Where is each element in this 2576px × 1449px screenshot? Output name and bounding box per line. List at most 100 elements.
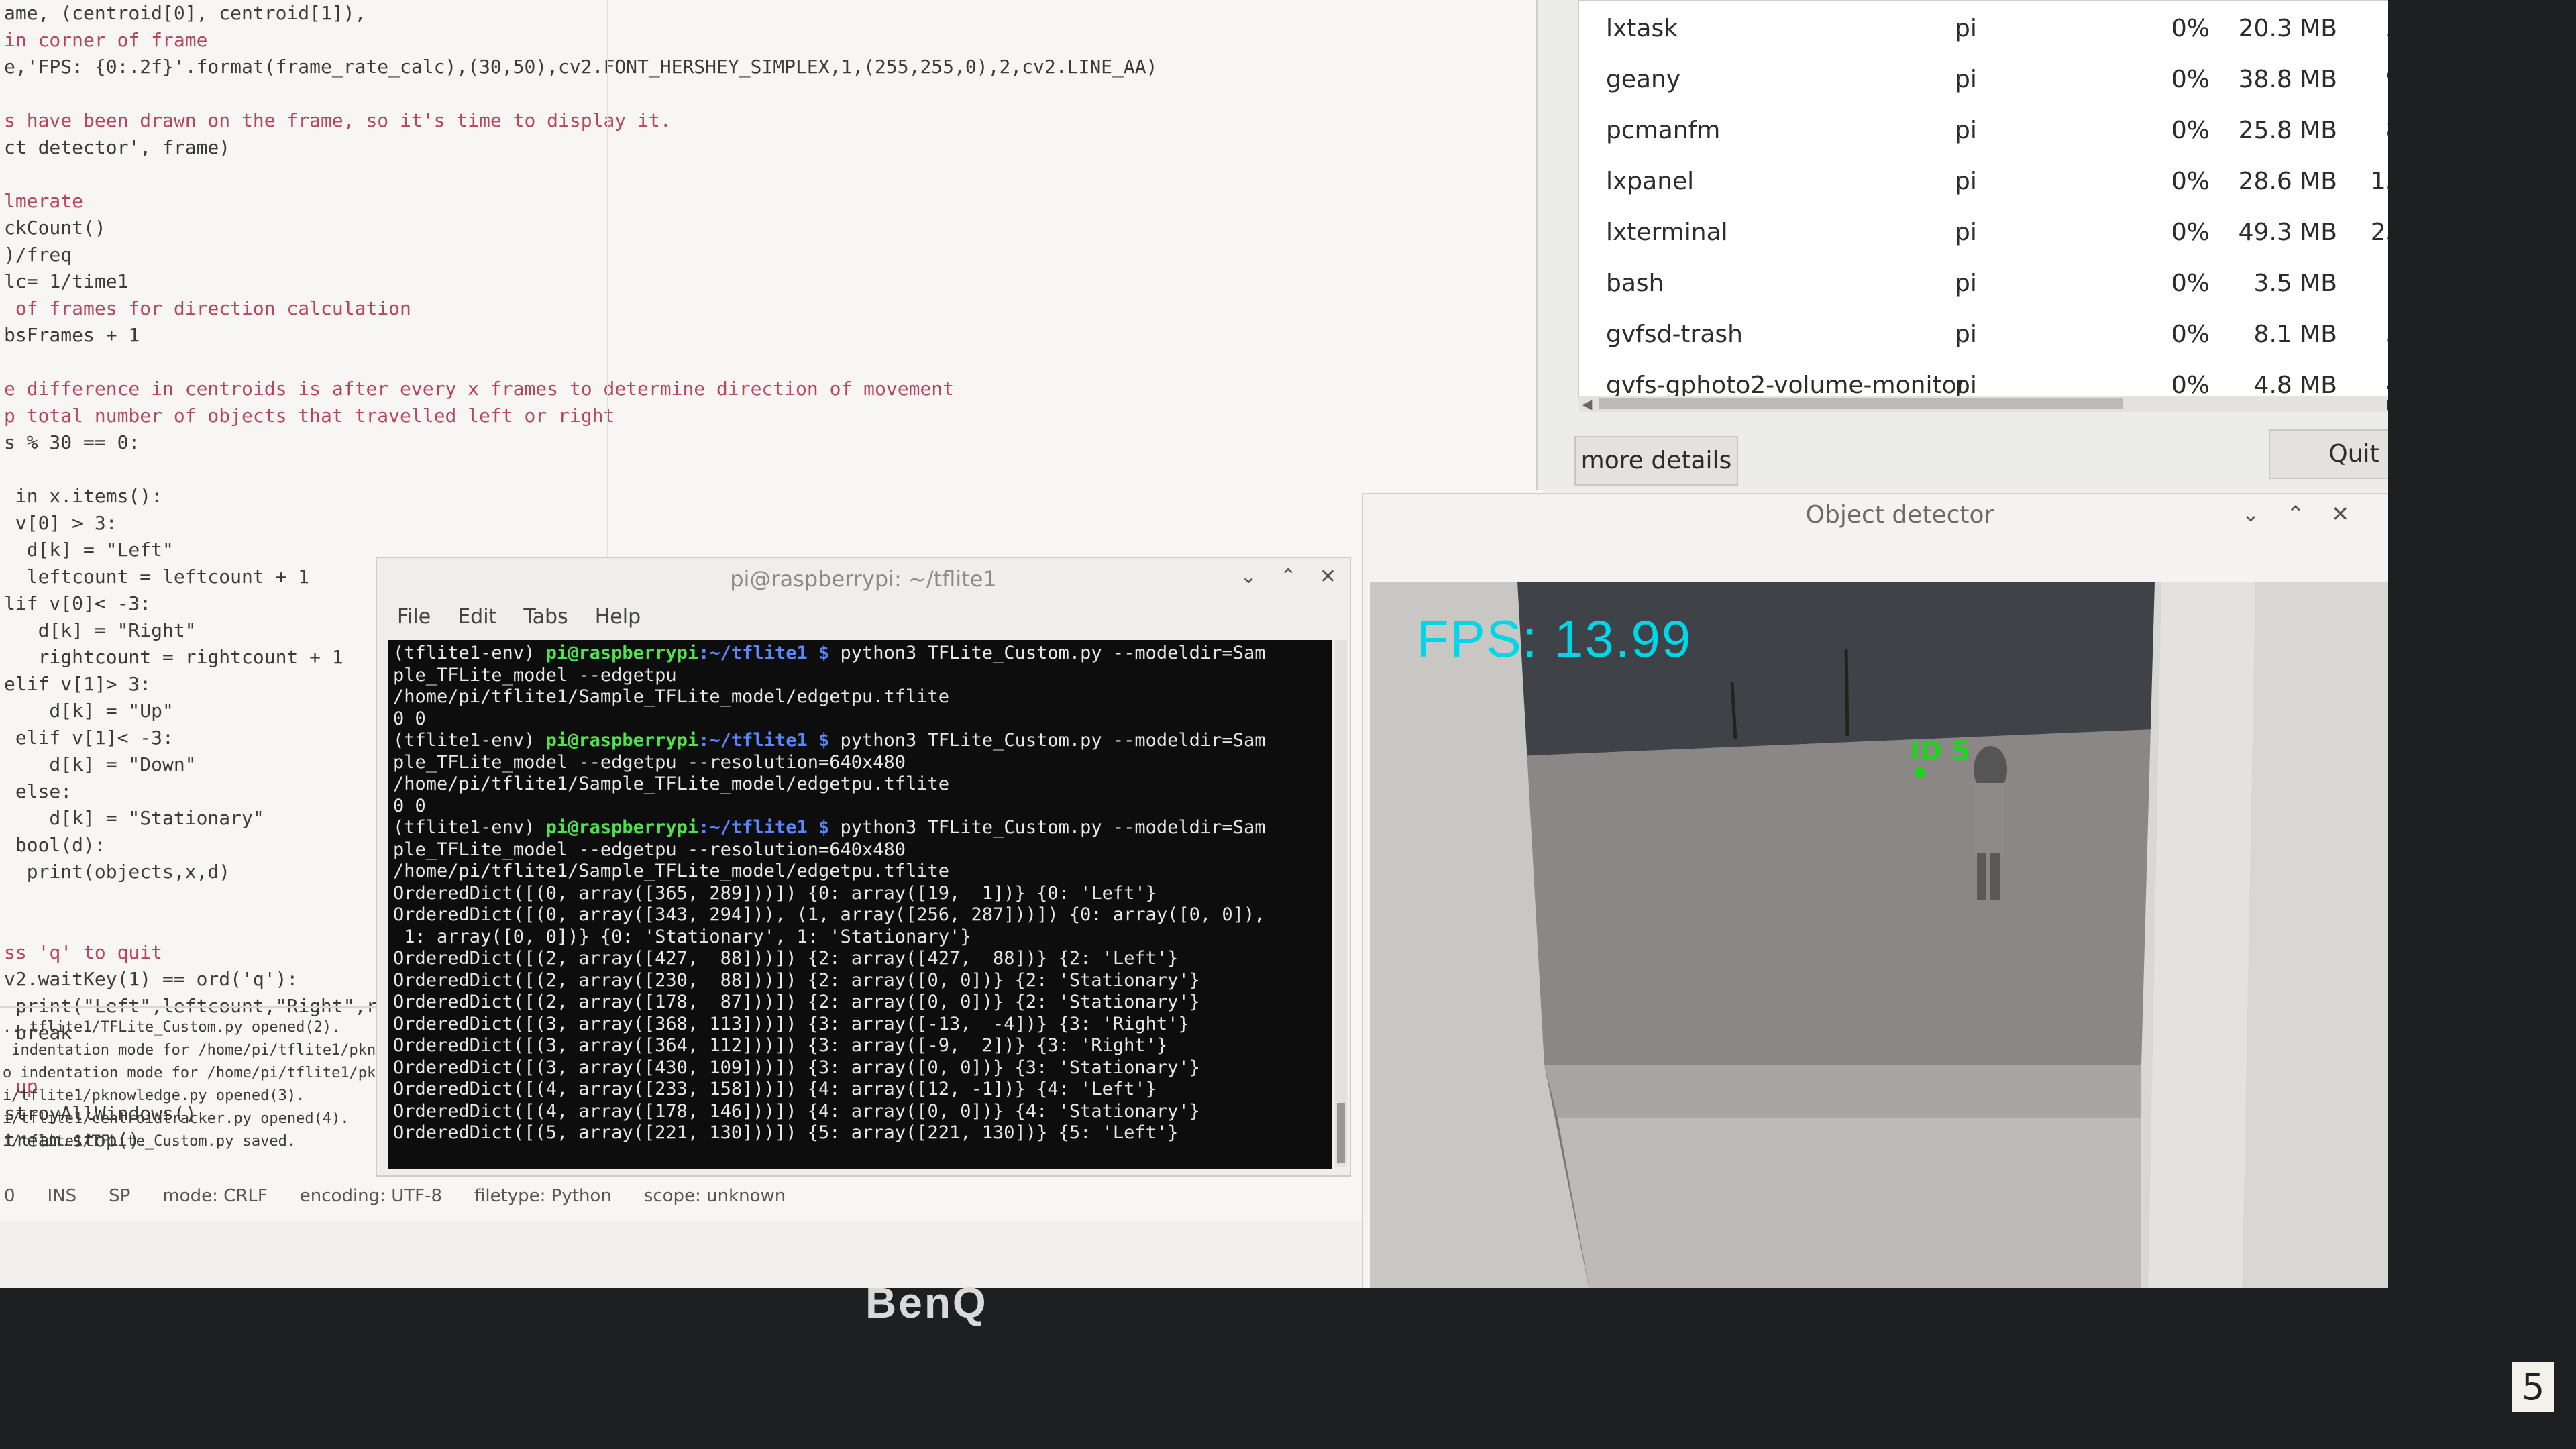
code-line: ckCount() xyxy=(4,217,106,239)
process-vm: 154.8 MB xyxy=(2370,168,2388,195)
status-scope: scope: unknown xyxy=(643,1186,786,1206)
process-user: pi xyxy=(1955,117,1977,144)
status-mode: mode: CRLF xyxy=(162,1186,268,1206)
terminal-line: /home/pi/tflite1/Sample_TFLite_model/edg… xyxy=(393,773,950,794)
process-list[interactable]: lxtask pi 0% 20.3 MB 50.9 MB geany pi 0% 38.8 MB… xyxy=(1578,0,2388,398)
code-line: e difference in centroids is after every… xyxy=(4,378,955,400)
window-controls: ⌄ ⌃ ✕ xyxy=(1240,565,1336,588)
camera-frame: FPS: 13.99 ID 5 xyxy=(1370,582,2388,1288)
terminal-line: OrderedDict([(3, array([368, 113]))]) {3… xyxy=(393,1013,1189,1034)
close-icon[interactable]: ✕ xyxy=(2331,501,2349,527)
close-icon[interactable]: ✕ xyxy=(1320,565,1336,588)
command-text: python3 TFLite_Custom.py --modeldir=Sam xyxy=(829,817,1266,838)
monitor-brand-logo: BenQ xyxy=(865,1279,988,1327)
menu-help[interactable]: Help xyxy=(595,605,641,629)
window-title: Object detector xyxy=(1805,501,1994,529)
command-text: python3 TFLite_Custom.py --modeldir=Sam xyxy=(829,643,1266,663)
env-name: (tflite1-env) xyxy=(393,643,546,663)
status-col: 0 xyxy=(4,1186,15,1206)
process-user: pi xyxy=(1955,219,1977,246)
process-rss: 25.8 MB xyxy=(2238,117,2337,144)
process-name: lxterminal xyxy=(1606,219,1728,246)
process-row[interactable]: geany pi 0% 38.8 MB 95.1 MB xyxy=(1579,54,2388,105)
process-cpu: 0% xyxy=(2171,270,2210,297)
process-row[interactable]: lxpanel pi 0% 28.6 MB 154.8 MB xyxy=(1579,156,2388,207)
code-line: s have been drawn on the frame, so it's … xyxy=(4,109,672,131)
process-row[interactable]: pcmanfm pi 0% 25.8 MB 84.6 MB xyxy=(1579,105,2388,156)
process-rss: 4.8 MB xyxy=(2253,372,2337,398)
process-cpu: 0% xyxy=(2171,117,2210,144)
scrollbar-thumb[interactable] xyxy=(1599,398,2123,409)
terminal-line: OrderedDict([(0, array([343, 294])), (1,… xyxy=(393,904,1266,925)
minimize-icon[interactable]: ⌄ xyxy=(1240,565,1257,588)
quit-button[interactable]: Quit xyxy=(2269,429,2388,479)
prompt-path: :~/tflite1 $ xyxy=(698,817,830,838)
code-line: ame, (centroid[0], centroid[1]), xyxy=(4,2,366,24)
terminal-line: ple_TFLite_model --edgetpu --resolution=… xyxy=(393,839,906,860)
process-user: pi xyxy=(1955,66,1977,93)
menu-file[interactable]: File xyxy=(397,605,431,629)
code-line: lmerate xyxy=(4,190,84,212)
process-vm: 40.9 MB xyxy=(2351,372,2388,397)
terminal-scrollbar[interactable] xyxy=(1335,640,1347,1167)
menu-tabs[interactable]: Tabs xyxy=(523,605,568,629)
env-name: (tflite1-env) xyxy=(393,730,546,751)
process-cpu: 0% xyxy=(2171,219,2210,246)
more-details-button[interactable]: more details xyxy=(1574,436,1738,486)
process-user: pi xyxy=(1955,168,1977,195)
process-vm: 8.3 MB xyxy=(2351,270,2388,297)
prompt-path: :~/tflite1 $ xyxy=(698,730,830,751)
process-cpu: 0% xyxy=(2171,321,2210,348)
monitor-bezel-bottom xyxy=(0,1288,2576,1449)
process-row[interactable]: gvfs-gphoto2-volume-monitorpi 0% 4.8 MB 40.… xyxy=(1579,360,2388,398)
process-rss: 8.1 MB xyxy=(2253,321,2337,348)
process-rss: 3.5 MB xyxy=(2253,270,2337,297)
maximize-icon[interactable]: ⌃ xyxy=(1280,565,1297,588)
process-rss: 28.6 MB xyxy=(2238,168,2337,195)
code-line: p total number of objects that travelled… xyxy=(4,405,615,427)
desktop-screen: ame, (centroid[0], centroid[1]), in corne… xyxy=(0,0,2388,1288)
process-name: bash xyxy=(1606,270,1664,297)
maximize-icon[interactable]: ⌃ xyxy=(2286,501,2304,527)
scroll-left-icon[interactable]: ◀ xyxy=(1582,396,1592,412)
process-rss: 20.3 MB xyxy=(2238,15,2337,42)
object-id-label: ID 5 xyxy=(1910,736,1970,767)
terminal-line: /home/pi/tflite1/Sample_TFLite_model/edg… xyxy=(393,686,950,707)
terminal-menu-bar: File Edit Tabs Help xyxy=(397,605,641,629)
code-line: )/freq xyxy=(4,244,72,266)
process-name: gvfsd-trash xyxy=(1606,321,1743,348)
scrollbar-thumb[interactable] xyxy=(1337,1103,1345,1163)
process-row[interactable]: gvfsd-trash pi 0% 8.1 MB 54.1 MB xyxy=(1579,309,2388,360)
monitor-bezel-right xyxy=(2388,0,2576,1449)
process-row[interactable]: lxterminal pi 0% 49.3 MB 231.1 MB xyxy=(1579,207,2388,258)
terminal-output[interactable]: (tflite1-env) pi@raspberrypi :~/tflite1 $… xyxy=(388,640,1332,1169)
process-vm: 95.1 MB xyxy=(2351,66,2388,93)
terminal-line: 1: array([0, 0])} {0: 'Stationary', 1: '… xyxy=(393,926,971,947)
process-user: pi xyxy=(1955,270,1977,297)
code-line: of frames for direction calculation xyxy=(4,297,411,319)
process-row[interactable]: lxtask pi 0% 20.3 MB 50.9 MB xyxy=(1579,3,2388,54)
window-title: pi@raspberrypi: ~/tflite1 xyxy=(730,566,997,592)
code-line: in corner of frame xyxy=(4,29,208,51)
command-text: python3 TFLite_Custom.py --modeldir=Sam xyxy=(829,730,1266,751)
code-line: s % 30 == 0: xyxy=(4,431,140,453)
editor-status-bar: 0 INS SP mode: CRLF encoding: UTF-8 file… xyxy=(0,1177,1413,1215)
code-line: in x.items(): xyxy=(4,485,163,507)
editor-pane-divider[interactable] xyxy=(0,1006,429,1008)
status-sp: SP xyxy=(109,1186,131,1206)
terminal-line: OrderedDict([(3, array([430, 109]))]) {3… xyxy=(393,1057,1200,1078)
terminal-line: OrderedDict([(4, array([233, 158]))]) {4… xyxy=(393,1079,1157,1099)
prompt-user: pi@raspberrypi xyxy=(545,643,699,663)
minimize-icon[interactable]: ⌄ xyxy=(2242,501,2260,527)
process-cpu: 0% xyxy=(2171,168,2210,195)
process-row[interactable]: bash pi 0% 3.5 MB 8.3 MB xyxy=(1579,258,2388,309)
process-vm: 54.1 MB xyxy=(2351,321,2388,348)
process-user: pi xyxy=(1955,321,1977,348)
menu-edit[interactable]: Edit xyxy=(458,605,496,629)
terminal-line: (tflite1-env) pi@raspberrypi:~/tflite1 $… xyxy=(393,643,1332,665)
terminal-line: OrderedDict([(4, array([178, 146]))]) {4… xyxy=(393,1100,1200,1122)
terminal-line: (tflite1-env) pi@raspberrypi:~/tflite1 $… xyxy=(393,730,1332,752)
horizontal-scrollbar[interactable]: ◀ ▶ xyxy=(1579,396,2388,412)
